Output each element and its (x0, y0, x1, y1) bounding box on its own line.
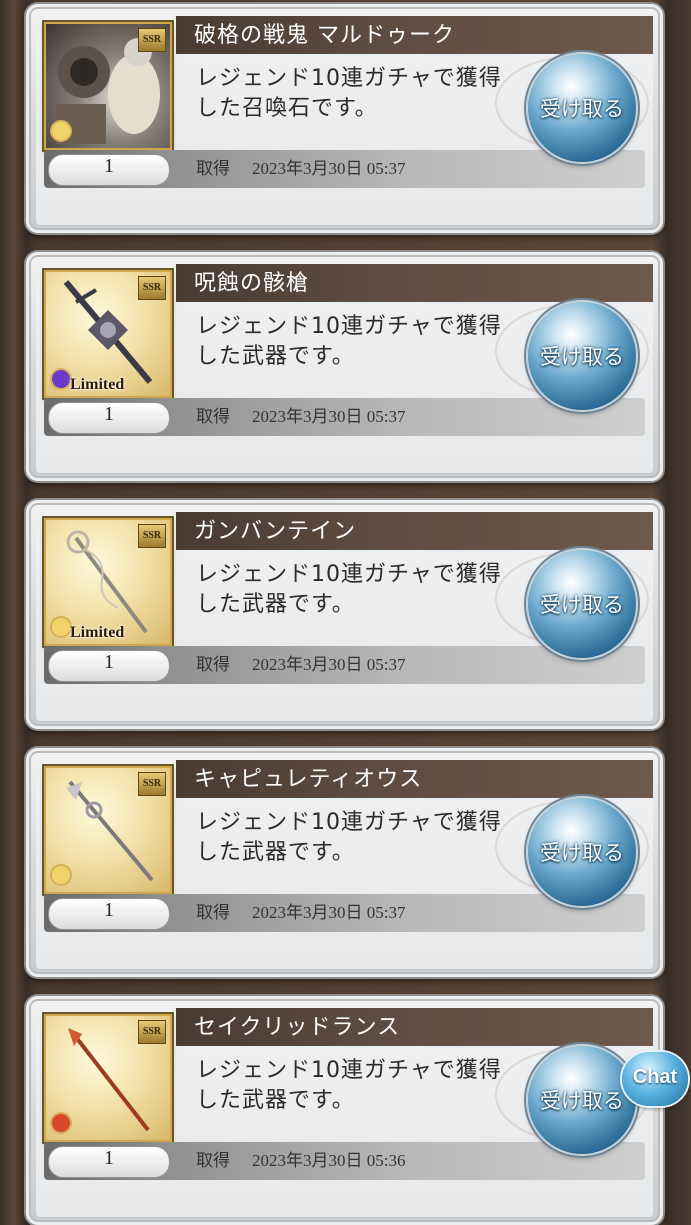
item-card: SSR セイクリッドランス レジェンド10連ガチャで獲得した武器です。 1 取得… (26, 996, 663, 1225)
item-title: ガンバンテイン (194, 519, 357, 544)
receive-button[interactable]: 受け取る (528, 302, 636, 410)
acquired-date: 2023年3月30日 05:37 (252, 655, 406, 674)
receive-button[interactable]: 受け取る (528, 550, 636, 658)
item-description: レジェンド10連ガチャで獲得した召喚石です。 (196, 66, 502, 121)
acquired-info: 取得 2023年3月30日 05:36 (196, 1146, 405, 1176)
acquired-label: 取得 (196, 1151, 230, 1170)
rarity-badge: SSR (138, 1020, 166, 1044)
rarity-badge: SSR (138, 524, 166, 548)
item-description: レジェンド10連ガチャで獲得した武器です。 (196, 562, 502, 617)
item-card: SSR 破格の戦鬼 マルドゥーク レジェンド10連ガチャで獲得した召喚石です。 … (26, 4, 663, 233)
quantity-field: 1 (48, 1146, 170, 1178)
quantity-field: 1 (48, 402, 170, 434)
item-thumbnail[interactable]: SSR Limited (44, 270, 172, 398)
acquired-date: 2023年3月30日 05:37 (252, 903, 406, 922)
rarity-badge: SSR (138, 772, 166, 796)
item-card: SSR Limited 呪蝕の骸槍 レジェンド10連ガチャで獲得した武器です。 … (26, 252, 663, 481)
receive-button[interactable]: 受け取る (528, 54, 636, 162)
limited-badge: Limited (70, 624, 125, 641)
acquired-info: 取得 2023年3月30日 05:37 (196, 402, 405, 432)
fire-element-icon (50, 1112, 72, 1134)
acquired-label: 取得 (196, 407, 230, 426)
item-thumbnail[interactable]: SSR Limited (44, 518, 172, 646)
dark-element-icon (50, 368, 72, 390)
item-card: SSR キャピュレティオウス レジェンド10連ガチャで獲得した武器です。 1 取… (26, 748, 663, 977)
item-thumbnail[interactable]: SSR (44, 1014, 172, 1142)
acquired-label: 取得 (196, 159, 230, 178)
rarity-badge: SSR (138, 276, 166, 300)
item-description: レジェンド10連ガチャで獲得した武器です。 (196, 810, 502, 865)
acquired-date: 2023年3月30日 05:37 (252, 159, 406, 178)
acquired-info: 取得 2023年3月30日 05:37 (196, 650, 405, 680)
limited-badge: Limited (70, 376, 125, 393)
item-thumbnail[interactable]: SSR (44, 766, 172, 894)
acquired-label: 取得 (196, 655, 230, 674)
item-thumbnail[interactable]: SSR (44, 22, 172, 150)
light-element-icon (50, 616, 72, 638)
acquired-date: 2023年3月30日 05:37 (252, 407, 406, 426)
item-title: 呪蝕の骸槍 (194, 271, 310, 296)
receive-button[interactable]: 受け取る (528, 1046, 636, 1154)
receive-button[interactable]: 受け取る (528, 798, 636, 906)
chat-button[interactable]: Chat (622, 1052, 688, 1106)
light-element-icon (50, 120, 72, 142)
item-title: セイクリッドランス (194, 1015, 401, 1040)
light-element-icon (50, 864, 72, 886)
quantity-field: 1 (48, 898, 170, 930)
item-card: SSR Limited ガンバンテイン レジェンド10連ガチャで獲得した武器です… (26, 500, 663, 729)
item-title: キャピュレティオウス (194, 767, 423, 792)
quantity-field: 1 (48, 154, 170, 186)
acquired-info: 取得 2023年3月30日 05:37 (196, 154, 405, 184)
item-title: 破格の戦鬼 マルドゥーク (194, 23, 455, 48)
acquired-date: 2023年3月30日 05:36 (252, 1151, 406, 1170)
item-description: レジェンド10連ガチャで獲得した武器です。 (196, 314, 502, 369)
acquired-label: 取得 (196, 903, 230, 922)
item-description: レジェンド10連ガチャで獲得した武器です。 (196, 1058, 502, 1113)
quantity-field: 1 (48, 650, 170, 682)
rarity-badge: SSR (138, 28, 166, 52)
acquired-info: 取得 2023年3月30日 05:37 (196, 898, 405, 928)
